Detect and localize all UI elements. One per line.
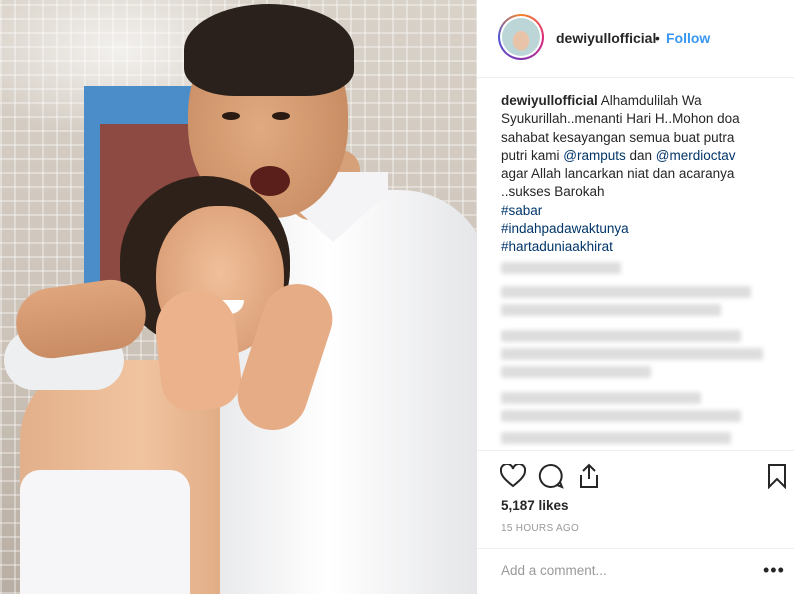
blurred-comment <box>501 262 621 274</box>
photo-man-hair <box>184 4 354 96</box>
post-sidebar: dewiyullofficial • Follow dewiyulloffici… <box>477 0 794 594</box>
blurred-comment <box>501 286 751 298</box>
post-header: dewiyullofficial • Follow <box>477 0 794 78</box>
header-username[interactable]: dewiyullofficial <box>556 30 656 46</box>
avatar[interactable] <box>498 14 544 60</box>
post-timestamp[interactable]: 15 HOURS AGO <box>501 523 579 534</box>
avatar-image <box>502 18 540 56</box>
bookmark-icon[interactable] <box>763 462 791 490</box>
photo-man-eye-right <box>272 112 290 120</box>
instagram-post: dewiyullofficial • Follow dewiyulloffici… <box>0 0 794 594</box>
follow-button[interactable]: Follow <box>666 30 710 46</box>
blurred-comment <box>501 330 741 342</box>
likes-count[interactable]: 5,187 likes <box>501 498 569 513</box>
post-caption: dewiyullofficial Alhamdulilah Wa Syukuri… <box>501 92 763 257</box>
share-icon[interactable] <box>575 462 603 490</box>
header-separator: • <box>655 30 660 46</box>
hashtag-sabar[interactable]: #sabar <box>501 202 763 220</box>
blurred-comment <box>501 366 651 378</box>
blurred-comment <box>501 304 721 316</box>
photo-woman-dress <box>20 470 190 594</box>
caption-username[interactable]: dewiyullofficial <box>501 93 598 108</box>
photo-man-mouth <box>250 166 290 196</box>
blurred-comment <box>501 410 741 422</box>
comment-input[interactable]: Add a comment... <box>501 563 607 578</box>
caption-text-2: dan <box>625 147 656 163</box>
caption-text-3: agar Allah lancarkan niat dan acaranya .… <box>501 166 735 200</box>
post-photo[interactable] <box>0 0 477 594</box>
caption-mention-merdioctav[interactable]: @merdioctav <box>656 148 736 163</box>
photo-man-eye-left <box>222 112 240 120</box>
blurred-comment <box>501 348 763 360</box>
heart-icon[interactable] <box>499 462 527 490</box>
blurred-comment <box>501 432 731 444</box>
avatar-border <box>500 16 542 58</box>
comment-icon[interactable] <box>537 462 565 490</box>
more-options-icon[interactable]: ••• <box>763 560 785 581</box>
hashtag-hartaduniaakhirat[interactable]: #hartaduniaakhirat <box>501 238 763 256</box>
hashtag-indahpadawaktunya[interactable]: #indahpadawaktunya <box>501 220 763 238</box>
caption-mention-ramputs[interactable]: @ramputs <box>563 148 625 163</box>
blurred-comment <box>501 392 701 404</box>
